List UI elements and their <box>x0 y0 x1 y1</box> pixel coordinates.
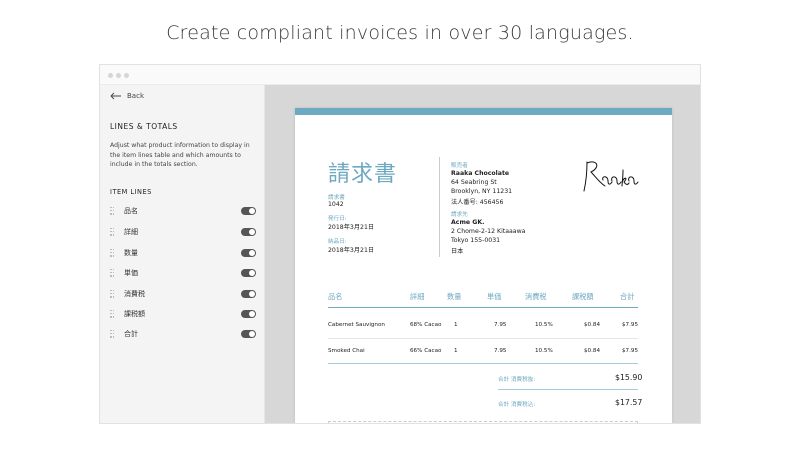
app-window: Back LINES & TOTALS Adjust what product … <box>99 64 701 424</box>
due-date-label: 納品日: <box>328 239 347 245</box>
arrow-left-icon <box>110 92 121 100</box>
section-description: Adjust what product information to displ… <box>110 142 250 168</box>
title-bar <box>100 65 700 85</box>
item-line-label: 消費税 <box>124 290 145 298</box>
cell-total: $7.95 <box>622 322 639 328</box>
item-line-row[interactable]: 数量 <box>110 247 256 259</box>
seller-line: 64 Seabring St <box>451 179 497 186</box>
subtotal-value: $15.90 <box>615 373 643 382</box>
issue-date-label: 発行日: <box>328 216 347 222</box>
drag-handle-icon[interactable] <box>110 268 114 278</box>
invoice-number-label: 請求書 <box>328 195 345 201</box>
seller-label: 販売者 <box>451 163 468 169</box>
drag-handle-icon[interactable] <box>110 227 114 237</box>
cell-tax-rate: 10.5% <box>535 322 553 328</box>
item-lines-title: ITEM LINES <box>110 188 152 196</box>
total-value: $17.57 <box>615 398 643 407</box>
seller-name: Raaka Chocolate <box>451 170 510 177</box>
drag-handle-icon[interactable] <box>110 289 114 299</box>
header-rule <box>328 307 638 308</box>
window-dot-icon[interactable] <box>116 73 121 78</box>
column-header: 品名 <box>328 292 343 301</box>
window-dot-icon[interactable] <box>108 73 113 78</box>
cell-quantity: 1 <box>454 322 458 328</box>
invoice-preview-area: 請求書 請求書 1042 発行日: 2018年3月21日 納品日: 2018年3… <box>265 85 700 423</box>
buyer-label: 請求先 <box>451 212 468 218</box>
table-row: Cabernet Sauvignon 68% Cacao 1 7.95 10.5… <box>328 322 638 332</box>
item-line-row[interactable]: 単価 <box>110 267 256 279</box>
item-line-toggle[interactable] <box>241 290 256 298</box>
cell-unit-price: 7.95 <box>494 322 507 328</box>
item-line-label: 詳細 <box>124 228 138 236</box>
item-line-row[interactable]: 合計 <box>110 328 256 340</box>
table-row: Smoked Chai 66% Cacao 1 7.95 10.5% $0.84… <box>328 348 638 358</box>
cell-product: Smoked Chai <box>328 348 365 354</box>
cell-quantity: 1 <box>454 348 458 354</box>
back-button[interactable]: Back <box>110 92 144 100</box>
buyer-line: Tokyo 155-0031 <box>451 237 501 244</box>
cell-detail: 68% Cacao <box>410 322 442 328</box>
item-line-label: 品名 <box>124 207 138 215</box>
column-header: 消費税 <box>525 292 547 301</box>
item-line-row[interactable]: 課税額 <box>110 308 256 320</box>
header-divider <box>439 157 440 257</box>
section-title: LINES & TOTALS <box>110 122 178 131</box>
back-label: Back <box>127 92 144 100</box>
drag-handle-icon[interactable] <box>110 248 114 258</box>
due-date: 2018年3月21日 <box>328 247 375 254</box>
item-line-toggle[interactable] <box>241 228 256 236</box>
column-header: 単価 <box>487 292 502 301</box>
item-line-toggle[interactable] <box>241 207 256 215</box>
drag-handle-icon[interactable] <box>110 329 114 339</box>
item-line-toggle[interactable] <box>241 249 256 257</box>
settings-sidebar: Back LINES & TOTALS Adjust what product … <box>100 85 265 423</box>
buyer-line: 日本 <box>451 248 464 255</box>
item-line-label: 単価 <box>124 269 138 277</box>
drag-handle-icon[interactable] <box>110 206 114 216</box>
invoice-number: 1042 <box>328 201 344 208</box>
subtotal-label: 合計 消費税抜: <box>498 377 536 383</box>
cell-product: Cabernet Sauvignon <box>328 322 385 328</box>
cell-tax-rate: 10.5% <box>535 348 553 354</box>
cell-unit-price: 7.95 <box>494 348 507 354</box>
window-dot-icon[interactable] <box>124 73 129 78</box>
seller-line: Brooklyn, NY 11231 <box>451 188 513 195</box>
drag-handle-icon[interactable] <box>110 309 114 319</box>
buyer-name: Acme GK. <box>451 219 485 226</box>
cell-total: $7.95 <box>622 348 639 354</box>
item-line-row[interactable]: 品名 <box>110 205 256 217</box>
item-line-toggle[interactable] <box>241 330 256 338</box>
column-header: 課税額 <box>572 292 594 301</box>
item-line-row[interactable]: 詳細 <box>110 226 256 238</box>
issue-date: 2018年3月21日 <box>328 224 375 231</box>
items-table-header: 品名 詳細 数量 単価 消費税 課税額 合計 <box>328 292 638 304</box>
cell-tax-amount: $0.84 <box>584 348 601 354</box>
headline: Create compliant invoices in over 30 lan… <box>166 22 634 44</box>
column-header: 合計 <box>620 292 635 301</box>
column-header: 詳細 <box>410 292 425 301</box>
row-rule <box>328 338 638 339</box>
raaka-logo <box>583 161 639 192</box>
rows-end-rule <box>328 363 638 364</box>
buyer-line: 2 Chome-2-12 Kitaaawa <box>451 228 526 235</box>
seller-line: 法人番号: 456456 <box>451 199 504 206</box>
totals-rule <box>498 389 638 390</box>
item-line-row[interactable]: 消費税 <box>110 288 256 300</box>
invoice-accent-bar <box>295 108 672 115</box>
item-line-label: 合計 <box>124 330 138 338</box>
item-line-label: 数量 <box>124 249 138 257</box>
item-line-label: 課税額 <box>124 310 145 318</box>
notes-placeholder[interactable] <box>328 421 638 423</box>
cell-tax-amount: $0.84 <box>584 322 601 328</box>
column-header: 数量 <box>447 292 462 301</box>
cell-detail: 66% Cacao <box>410 348 442 354</box>
item-line-toggle[interactable] <box>241 269 256 277</box>
invoice-title: 請求書 <box>328 162 398 187</box>
total-label: 合計 消費税込: <box>498 402 536 408</box>
invoice-paper: 請求書 請求書 1042 発行日: 2018年3月21日 納品日: 2018年3… <box>295 108 672 423</box>
item-line-toggle[interactable] <box>241 310 256 318</box>
